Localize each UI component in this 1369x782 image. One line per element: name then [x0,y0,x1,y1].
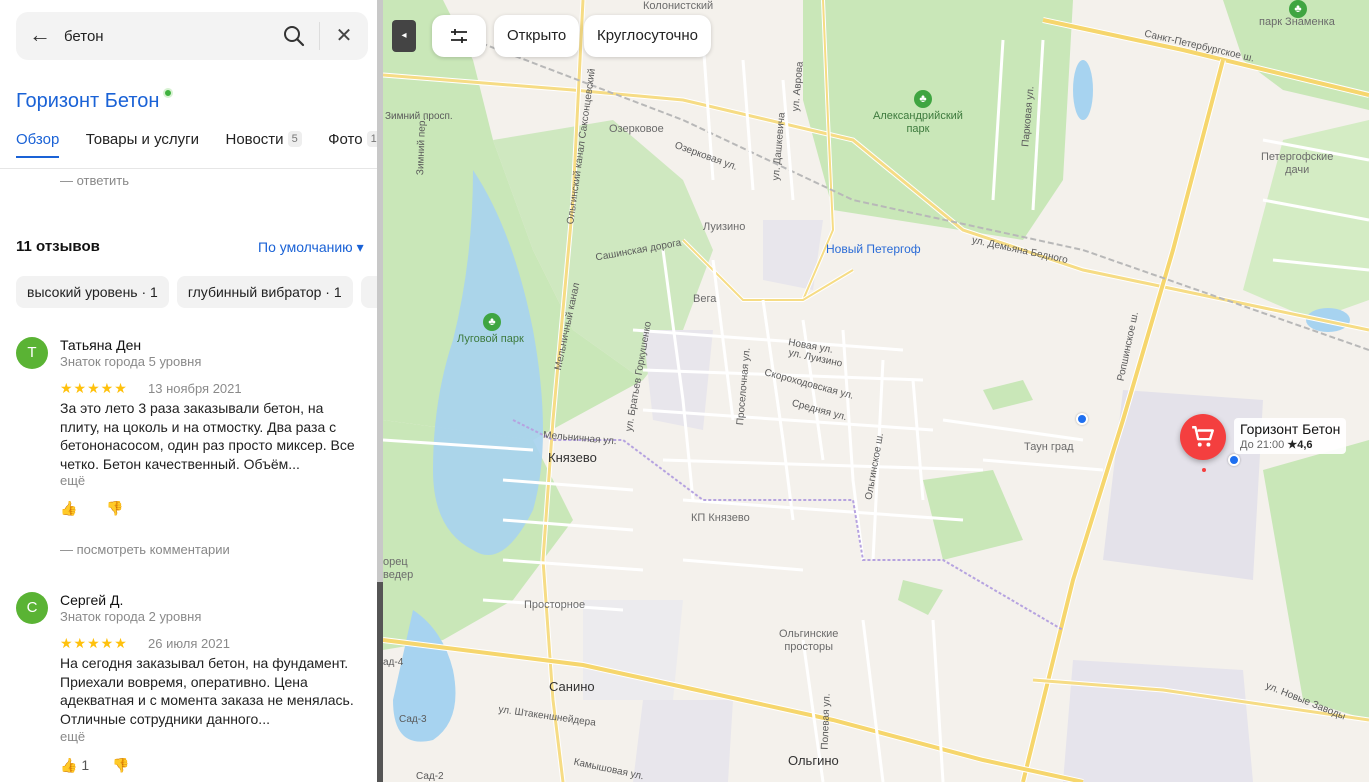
chip-24h[interactable]: Круглосуточно [584,15,711,57]
sort-dropdown[interactable]: По умолчанию ▾ [258,239,364,256]
label-sad3: Сад-3 [399,714,427,725]
tab-label: Новости [225,131,284,148]
label-knyazevo: Князево [548,450,597,465]
collapse-panel-button[interactable]: ◂ [392,20,416,52]
more-link[interactable]: ещё [60,473,85,488]
location-dot [1076,413,1088,425]
review-text: На сегодня заказывал бетон, на фундамент… [60,655,354,727]
marker-rating: 4,6 [1297,439,1313,451]
thumbs-up-icon[interactable]: 👍 [60,500,77,517]
tab-photos[interactable]: Фото19 [328,128,383,158]
marker-hours: До 21:00 [1240,439,1285,451]
more-link[interactable]: ещё [60,729,85,744]
search-icon[interactable] [282,24,306,48]
thumbs-up-button[interactable]: 👍 1 [60,757,89,774]
reviews-count: 11 отзывов [16,238,100,255]
rating-stars: ★★★★★ [60,380,128,396]
back-arrow-icon[interactable]: ← [28,24,52,48]
marker-sub: До 21:00 ★4,6 [1240,438,1340,452]
label-taun-grad: Таун град [1024,441,1074,453]
cart-icon [1192,426,1214,447]
avatar[interactable]: Т [16,337,48,369]
org-name: Горизонт Бетон [16,90,160,112]
park-icon: ♣ [1289,0,1307,18]
tabs-divider [0,168,377,169]
org-marker[interactable] [1180,414,1226,460]
reviewer-name[interactable]: Сергей Д. [60,592,123,608]
label-prostornoe: Просторное [524,599,586,611]
thumbs-down-icon[interactable]: 👎 [112,757,129,774]
verified-icon [163,88,174,98]
label-sad2: Сад-2 [416,771,444,782]
thumbs-down-icon[interactable]: 👎 [106,500,123,517]
star-icon: ★ [1287,439,1298,451]
marker-card[interactable]: Горизонт Бетон До 21:00 ★4,6 [1234,418,1347,454]
scrollbar-thumb[interactable] [377,582,383,782]
tab-count: 5 [287,131,302,147]
review-tag[interactable]: глубинный вибратор · 1 [176,276,353,308]
tab-overview[interactable]: Обзор [16,128,60,158]
chip-open-now[interactable]: Открыто [494,15,580,57]
label-polevaya: Полевая ул. [819,693,833,750]
label-ozerkovoe: Озерковое [609,123,664,135]
comments-link[interactable]: — посмотреть комментарии [60,542,230,557]
avatar[interactable]: С [16,592,48,624]
rating-stars: ★★★★★ [60,635,128,651]
close-icon[interactable]: ✕ [332,24,356,48]
search-box: ← ✕ [16,12,368,60]
label-kp-knyazevo: КП Князево [691,512,750,524]
review-tags: высокий уровень · 1 глубинный вибратор · … [16,276,383,308]
map-canvas[interactable]: Колонистский парк Знаменка ♣ Санкт-Петер… [383,0,1369,782]
app: Колонистский парк Знаменка ♣ Санкт-Петер… [0,0,1369,782]
tab-label: Обзор [16,131,60,148]
reviewer-level: Знаток города 2 уровня [60,609,202,624]
review-date: 13 ноября 2021 [148,381,242,396]
review-item: Т Татьяна Ден Знаток города 5 уровня ★★★… [16,337,368,567]
like-count: 1 [81,757,90,773]
tabs: Обзор Товары и услуги Новости5 Фото19 [16,128,383,160]
label-petergofskie-dachi: Петергофские дачи [1261,151,1334,176]
label-novy-petergof: Новый Петергоф [826,242,921,256]
review-text: За это лето 3 раза заказывали бетон, на … [60,400,355,472]
review-date: 26 июля 2021 [148,636,230,651]
thumbs-up-icon: 👍 [60,757,78,773]
park-icon: ♣ [914,90,932,108]
org-title[interactable]: Горизонт Бетон [16,88,174,114]
label-sad4: ад-4 [383,657,404,668]
filter-sliders-icon [451,29,467,43]
label-sanino: Санино [549,679,595,694]
label-olgino: Ольгино [788,753,839,768]
label-kolonistsky: Колонистский [643,0,714,12]
marker-name: Горизонт Бетон [1240,421,1341,437]
park-icon: ♣ [483,313,501,331]
reviewer-name[interactable]: Татьяна Ден [60,337,141,353]
search-divider [319,22,320,50]
label-aleksandriysky-park: Александрийский парк [873,110,963,135]
review-item: С Сергей Д. Знаток города 2 уровня ★★★★★… [16,592,368,782]
label-olginskie-prostory: Ольгинские просторы [779,628,839,653]
label-lugovoy-park: Луговой парк [457,333,524,345]
label-vega: Вега [693,293,717,305]
tab-news[interactable]: Новости 5 [225,128,302,158]
search-input[interactable] [64,24,274,48]
label-luizino: Луизино [703,221,746,233]
label-zimniy-per: Зимний пер. [415,117,429,176]
tab-label: Товары и услуги [85,131,200,148]
reply-link[interactable]: — ответить [60,173,129,188]
sidebar-panel: ← ✕ Горизонт Бетон Обзор Товары и услуги… [0,0,383,782]
location-dot [1228,454,1240,466]
tab-goods[interactable]: Товары и услуги [86,128,199,158]
filters-button[interactable] [432,15,486,57]
label-dvorec: орец ведер [383,556,414,581]
tab-label: Фото [328,131,363,148]
marker-point [1202,468,1206,472]
reviewer-level: Знаток города 5 уровня [60,354,202,369]
review-tag[interactable]: высокий уровень · 1 [16,276,169,308]
